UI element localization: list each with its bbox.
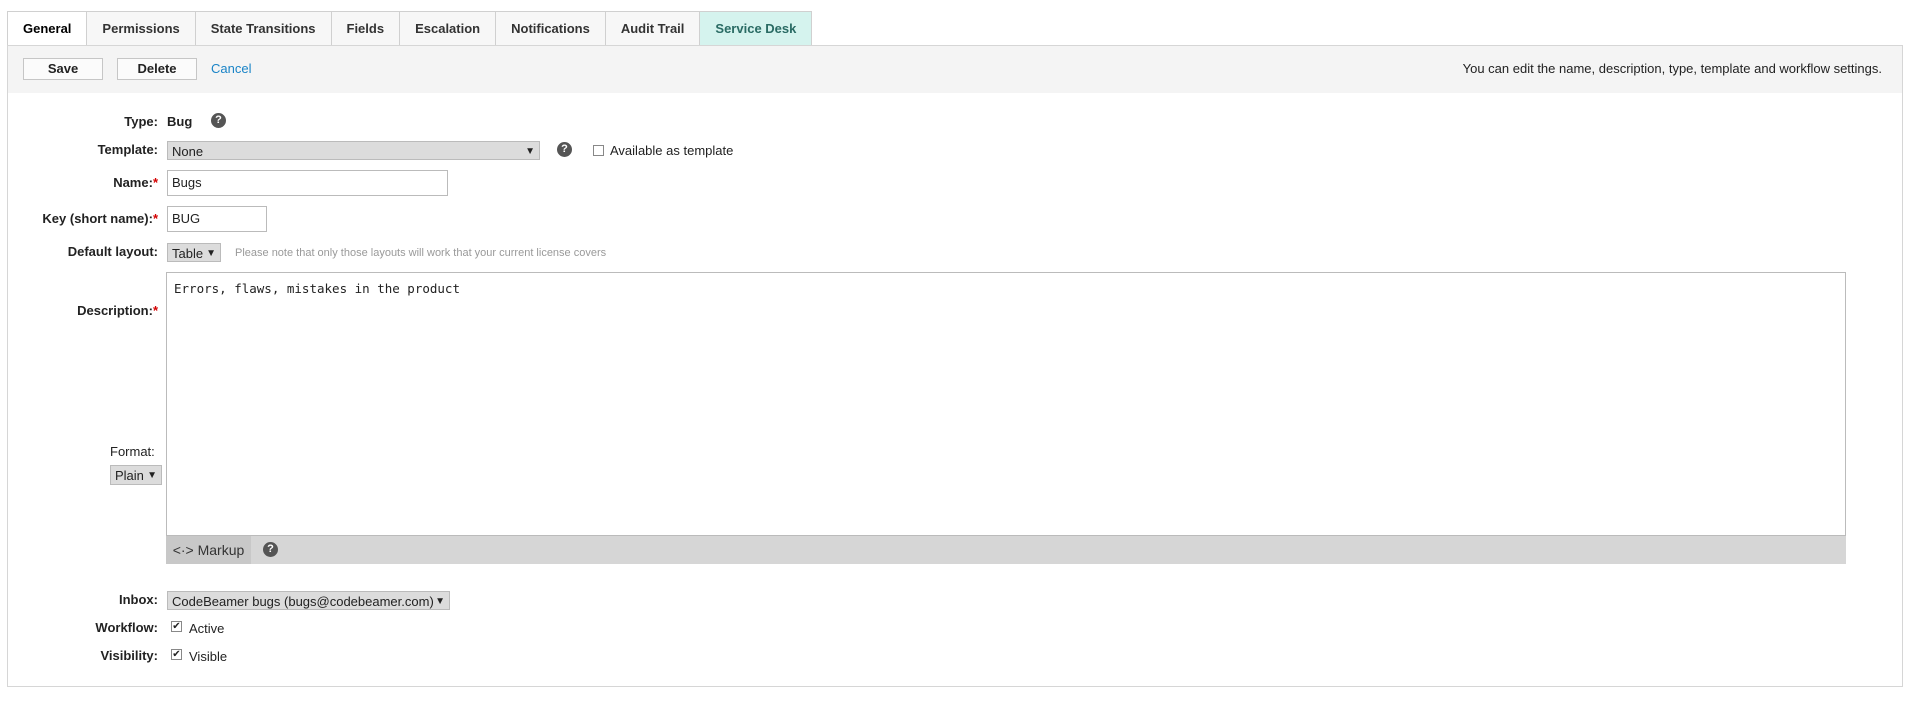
available-template-label: Available as template [610,143,734,158]
tab-state-transitions[interactable]: State Transitions [195,11,332,46]
description-textarea[interactable]: Errors, flaws, mistakes in the product [166,272,1846,536]
inbox-label: Inbox: [119,592,158,607]
tab-service-desk[interactable]: Service Desk [700,11,813,46]
name-label: Name:* [113,175,158,190]
layout-select-value: Table [172,246,204,261]
general-panel: Save Delete Cancel You can edit the name… [7,45,1903,687]
required-mark: * [152,303,158,318]
type-value: Bug [167,114,193,129]
markup-toggle-button[interactable]: <·> Markup [166,536,251,564]
markup-label: Markup [197,542,245,558]
visibility-visible-label: Visible [189,649,228,664]
tab-bar: General Permissions State Transitions Fi… [7,11,813,46]
name-input[interactable]: Bugs [167,170,448,196]
editor-toolbar: <·> Markup ? [166,536,1846,564]
cancel-link[interactable]: Cancel [211,61,251,76]
layout-note: Please note that only those layouts will… [235,247,607,259]
inbox-select-value: CodeBeamer bugs (bugs@codebeamer.com) [172,594,434,609]
chevron-down-icon: ▼ [206,248,216,259]
type-label: Type: [124,114,158,129]
available-template-checkbox[interactable] [593,145,604,156]
code-icon: <·> [172,542,194,558]
workflow-label: Workflow: [95,620,158,635]
tab-general[interactable]: General [7,11,88,46]
action-bar: Save Delete Cancel You can edit the name… [8,46,1902,93]
workflow-checkbox[interactable]: ✔ [171,621,182,632]
visibility-checkbox[interactable]: ✔ [171,649,182,660]
key-label: Key (short name):* [42,211,158,226]
save-button[interactable]: Save [23,58,103,80]
tab-permissions[interactable]: Permissions [87,11,196,46]
inbox-select[interactable]: CodeBeamer bugs (bugs@codebeamer.com) ▼ [167,591,450,610]
required-mark: * [152,175,158,190]
format-label: Format: [110,444,155,459]
visibility-label: Visibility: [100,648,158,663]
chevron-down-icon: ▼ [147,470,157,481]
type-help-icon[interactable]: ? [211,113,226,128]
key-input[interactable]: BUG [167,206,267,232]
markup-help-icon[interactable]: ? [263,542,278,557]
template-label: Template: [97,142,158,157]
layout-select[interactable]: Table ▼ [167,243,221,262]
chevron-down-icon: ▼ [435,596,445,607]
tab-fields[interactable]: Fields [331,11,401,46]
workflow-active-label: Active [189,621,225,636]
delete-button[interactable]: Delete [117,58,197,80]
template-help-icon[interactable]: ? [557,142,572,157]
default-layout-label: Default layout: [67,244,158,259]
required-mark: * [152,211,158,226]
description-label: Description:* [77,303,158,318]
template-select-value: None [172,144,204,159]
tab-notifications[interactable]: Notifications [496,11,606,46]
chevron-down-icon: ▼ [525,146,535,157]
edit-hint: You can edit the name, description, type… [1462,61,1882,76]
tab-escalation[interactable]: Escalation [400,11,497,46]
tab-audit-trail[interactable]: Audit Trail [605,11,701,46]
format-select-value: Plain [115,468,144,483]
format-select[interactable]: Plain ▼ [110,465,162,485]
template-select[interactable]: None ▼ [167,141,540,160]
